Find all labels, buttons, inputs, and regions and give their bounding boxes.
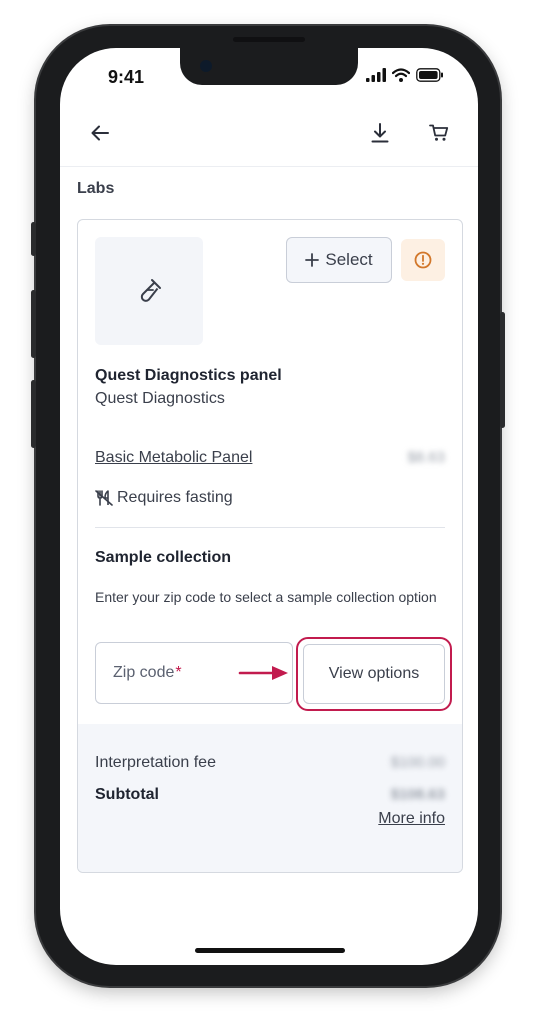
arrow-left-icon xyxy=(91,125,109,141)
camera xyxy=(200,60,212,72)
pointer-arrow-icon xyxy=(238,666,288,680)
no-food-icon xyxy=(95,490,113,506)
test-price: $8.63 xyxy=(407,449,445,466)
alert-button[interactable] xyxy=(401,239,445,281)
alert-circle-icon xyxy=(414,251,432,269)
download-button[interactable] xyxy=(363,116,397,150)
lab-thumbnail xyxy=(95,237,203,345)
view-options-button[interactable]: View options xyxy=(303,644,445,704)
subtotal-label: Subtotal xyxy=(95,786,159,803)
required-mark: * xyxy=(175,664,182,681)
power-button xyxy=(500,312,505,428)
interpretation-fee-value: $100.00 xyxy=(390,754,445,771)
volume-down-button xyxy=(31,380,36,448)
more-info-link[interactable]: More info xyxy=(378,810,445,828)
download-icon xyxy=(371,123,389,143)
cart-button[interactable] xyxy=(422,116,456,150)
test-tube-icon xyxy=(140,279,161,302)
fasting-label: Requires fasting xyxy=(117,489,233,506)
lab-card: Select Quest Diagnostics panel Quest Dia… xyxy=(77,219,463,873)
status-icons xyxy=(366,68,444,82)
fasting-note: Requires fasting xyxy=(95,489,233,507)
view-options-highlight: View options xyxy=(296,637,452,711)
select-button[interactable]: Select xyxy=(286,237,392,283)
cart-icon xyxy=(429,124,449,141)
panel-title: Quest Diagnostics panel xyxy=(95,367,282,384)
home-indicator[interactable] xyxy=(195,948,345,953)
signal-icon xyxy=(366,68,386,82)
zip-placeholder: Zip code xyxy=(113,664,175,681)
volume-up-button xyxy=(31,290,36,358)
wifi-icon xyxy=(392,68,410,82)
plus-icon xyxy=(305,253,320,267)
card-summary: Interpretation fee $100.00 Subtotal $108… xyxy=(78,724,462,872)
back-button[interactable] xyxy=(83,116,117,150)
test-name-link[interactable]: Basic Metabolic Panel xyxy=(95,449,252,467)
panel-provider: Quest Diagnostics xyxy=(95,390,225,407)
mute-switch xyxy=(31,222,36,256)
speaker xyxy=(233,37,305,42)
divider xyxy=(95,527,445,528)
app-bar xyxy=(60,100,478,167)
sample-collection-description: Enter your zip code to select a sample c… xyxy=(95,589,437,605)
interpretation-fee-label: Interpretation fee xyxy=(95,754,216,771)
select-label: Select xyxy=(325,250,373,269)
subtotal-value: $108.63 xyxy=(390,786,445,803)
battery-icon xyxy=(416,68,443,82)
sample-collection-title: Sample collection xyxy=(95,549,232,566)
section-title: Labs xyxy=(77,180,115,197)
status-time: 9:41 xyxy=(108,67,145,87)
